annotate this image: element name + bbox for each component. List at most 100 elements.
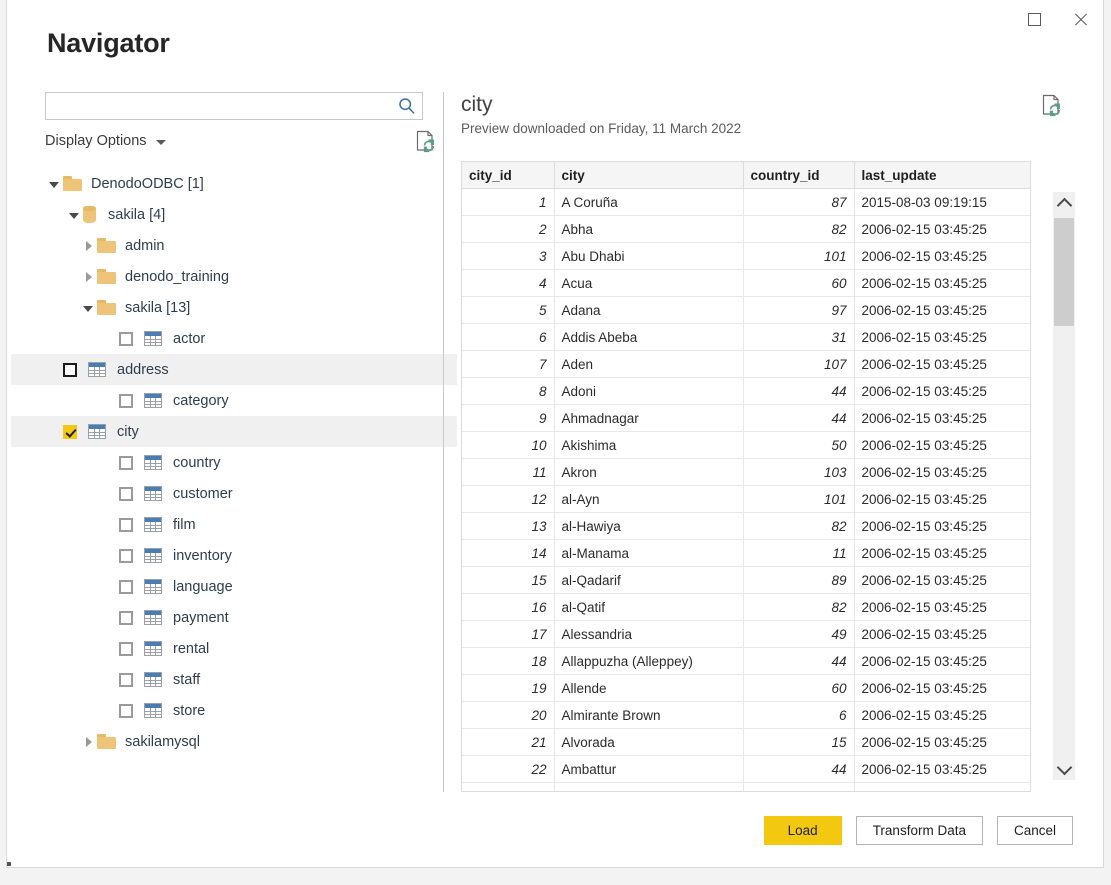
page-title: Navigator: [47, 28, 170, 59]
cancel-button[interactable]: Cancel: [997, 816, 1073, 845]
preview-table-container: city_idcitycountry_idlast_update 1A Coru…: [461, 161, 1031, 792]
checkbox-staff[interactable]: [119, 673, 133, 687]
checkbox-category[interactable]: [119, 394, 133, 408]
tree-item-payment[interactable]: payment: [45, 602, 423, 633]
table-cell-last_update: 2006-02-15 03:45:25: [854, 756, 1030, 783]
tree-item-store[interactable]: store: [45, 695, 423, 726]
table-cell-city: Alvorada: [554, 729, 743, 756]
expander-closed-icon[interactable]: [79, 241, 97, 251]
expander-open-icon[interactable]: [65, 211, 83, 219]
column-header-city_id[interactable]: city_id: [462, 162, 554, 189]
tree-item-sakila[interactable]: sakila [4]: [45, 199, 423, 230]
table-icon: [144, 641, 162, 656]
scroll-up-button[interactable]: [1053, 192, 1075, 214]
checkbox-inventory[interactable]: [119, 549, 133, 563]
table-cell-city: Alessandria: [554, 621, 743, 648]
resize-handle[interactable]: [7, 862, 11, 866]
tree-item-actor[interactable]: actor: [45, 323, 423, 354]
checkbox-store[interactable]: [119, 704, 133, 718]
expander-open-icon[interactable]: [79, 304, 97, 312]
tree-item-rental[interactable]: rental: [45, 633, 423, 664]
table-cell-last_update: 2006-02-15 03:45:25: [854, 594, 1030, 621]
expander-closed-icon[interactable]: [79, 737, 97, 747]
transform-data-button[interactable]: Transform Data: [856, 816, 983, 845]
table-row: 3Abu Dhabi1012006-02-15 03:45:25: [462, 243, 1030, 270]
table-cell-country_id: 44: [743, 405, 854, 432]
table-row: 21Alvorada152006-02-15 03:45:25: [462, 729, 1030, 756]
table-cell-city: Abu Dhabi: [554, 243, 743, 270]
checkbox-city[interactable]: [63, 425, 77, 439]
triangle-down-icon: [83, 306, 93, 312]
scrollbar-thumb[interactable]: [1054, 218, 1074, 326]
search-icon[interactable]: [398, 97, 416, 115]
tree-item-country[interactable]: country: [45, 447, 423, 478]
scroll-down-button[interactable]: [1053, 758, 1075, 780]
tree-item-film[interactable]: film: [45, 509, 423, 540]
search-input[interactable]: [46, 93, 394, 119]
table-row: 19Allende602006-02-15 03:45:25: [462, 675, 1030, 702]
tree-item-address[interactable]: address: [11, 354, 457, 385]
checkbox-address[interactable]: [63, 363, 77, 377]
window-controls: [1011, 0, 1103, 40]
table-cell-city_id: 16: [462, 594, 554, 621]
display-options-button[interactable]: Display Options: [45, 133, 166, 149]
tree-item-customer[interactable]: customer: [45, 478, 423, 509]
tree-item-city[interactable]: city: [11, 416, 457, 447]
tree-item-label: sakila [13]: [125, 300, 190, 316]
close-button[interactable]: [1057, 0, 1103, 38]
tree-item-language[interactable]: language: [45, 571, 423, 602]
tree-item-label: sakila [4]: [108, 207, 165, 223]
table-row: 20Almirante Brown62006-02-15 03:45:25: [462, 702, 1030, 729]
column-header-country_id[interactable]: country_id: [743, 162, 854, 189]
column-header-last_update[interactable]: last_update: [854, 162, 1030, 189]
expander-open-icon[interactable]: [45, 180, 63, 188]
table-cell-last_update: 2006-02-15 03:45:25: [854, 270, 1030, 297]
triangle-right-icon: [86, 241, 92, 251]
maximize-button[interactable]: [1011, 0, 1057, 38]
table-cell-city_id: 7: [462, 351, 554, 378]
checkbox-payment[interactable]: [119, 611, 133, 625]
table-icon: [144, 455, 162, 470]
checkbox-rental[interactable]: [119, 642, 133, 656]
table-cell-city: al-Manama: [554, 540, 743, 567]
table-cell-last_update: 2006-02-15 03:45:25: [854, 405, 1030, 432]
checkbox-film[interactable]: [119, 518, 133, 532]
table-row: 13al-Hawiya822006-02-15 03:45:25: [462, 513, 1030, 540]
load-button[interactable]: Load: [764, 816, 842, 845]
navigator-dialog: Navigator Display Options: [6, 0, 1104, 868]
chevron-up-icon: [1056, 197, 1072, 213]
table-cell-last_update: 2006-02-15 03:45:25: [854, 459, 1030, 486]
column-header-city[interactable]: city: [554, 162, 743, 189]
expander-closed-icon[interactable]: [79, 272, 97, 282]
tree-item-sakilamysql[interactable]: sakilamysql: [45, 726, 423, 757]
checkbox-country[interactable]: [119, 456, 133, 470]
table-cell-city: Ambattur: [554, 756, 743, 783]
table-cell-city_id: 22: [462, 756, 554, 783]
preview-scrollbar[interactable]: [1053, 192, 1075, 780]
table-cell-country_id: 11: [743, 540, 854, 567]
tree-item-label: inventory: [173, 548, 232, 564]
tree-item-admin[interactable]: admin: [45, 230, 423, 261]
table-cell-city_id: 8: [462, 378, 554, 405]
refresh-document-icon[interactable]: [1041, 94, 1063, 118]
tree-item-inventory[interactable]: inventory: [45, 540, 423, 571]
tree-item-staff[interactable]: staff: [45, 664, 423, 695]
checkbox-actor[interactable]: [119, 332, 133, 346]
dialog-footer: Load Transform Data Cancel: [764, 816, 1073, 845]
checkbox-language[interactable]: [119, 580, 133, 594]
refresh-document-icon[interactable]: [415, 130, 437, 154]
table-cell-country_id: 103: [743, 459, 854, 486]
tree-item-label: rental: [173, 641, 209, 657]
tree-item-denodoodbc[interactable]: DenodoODBC [1]: [45, 168, 423, 199]
checkbox-customer[interactable]: [119, 487, 133, 501]
table-cell-last_update: 2006-02-15 03:45:25: [854, 324, 1030, 351]
tree-item-category[interactable]: category: [45, 385, 423, 416]
table-cell-city: Abha: [554, 216, 743, 243]
table-row: 6Addis Abeba312006-02-15 03:45:25: [462, 324, 1030, 351]
table-icon: [144, 331, 162, 346]
tree-item-label: payment: [173, 610, 229, 626]
triangle-right-icon: [86, 272, 92, 282]
tree-item-denodo_training[interactable]: denodo_training: [45, 261, 423, 292]
tree-item-sakila[interactable]: sakila [13]: [45, 292, 423, 323]
search-box[interactable]: [45, 92, 423, 120]
